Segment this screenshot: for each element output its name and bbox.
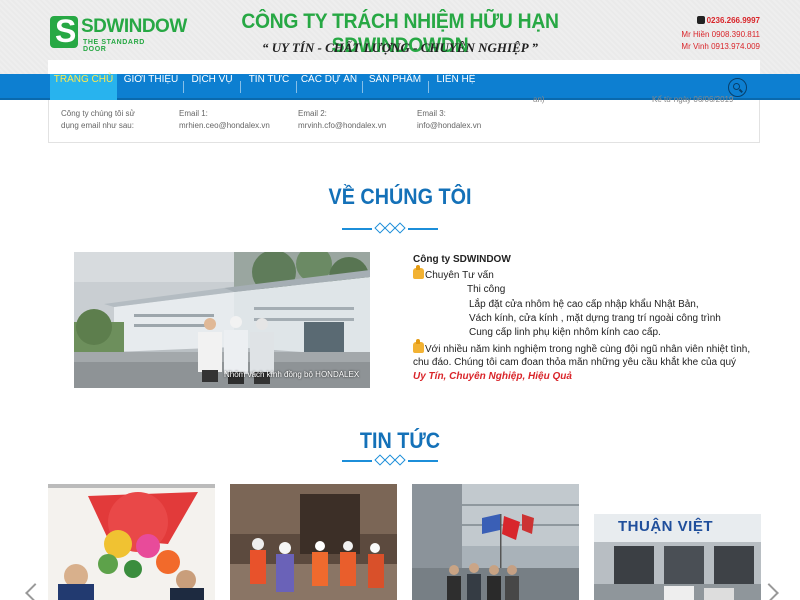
divider-line <box>408 460 438 462</box>
about-divider <box>342 222 438 234</box>
logo-subtitle: THE STANDARD DOOR <box>83 39 145 53</box>
email-2-label: Email 2: <box>298 109 327 118</box>
email-1-link[interactable]: mrhien.ceo@hondalex.vn <box>179 120 270 132</box>
nav-item-news[interactable]: TIN TỨC <box>244 74 294 100</box>
factory-photo-image <box>74 252 370 388</box>
thumbs-up-icon <box>413 339 424 353</box>
email-3-label: Email 3: <box>417 109 446 118</box>
factory-photo: Nhôm vách kính đồng bộ HONDALEX <box>74 252 370 388</box>
email-info-bar: Công ty chúng tôi sử dụng email như sau:… <box>48 95 760 143</box>
divider-line <box>408 228 438 230</box>
nav-separator <box>428 81 429 93</box>
thumbs-up-icon <box>413 265 424 279</box>
news-heading: TIN TỨC <box>359 428 441 453</box>
info-intro: Công ty chúng tôi sử dụng email như sau: <box>61 108 135 132</box>
divider-line <box>342 228 372 230</box>
ticker-date: Kể từ ngày 06/06/2019 <box>652 95 734 104</box>
about-values: Uy Tín, Chuyên Nghiệp, Hiệu Quả <box>413 371 572 382</box>
about-heading: VỀ CHÚNG TÔI <box>328 184 472 209</box>
email-3-block: Email 3: info@hondalex.vn <box>417 108 481 132</box>
news-card-3[interactable] <box>412 484 579 600</box>
email-1-block: Email 1: mrhien.ceo@hondalex.vn <box>179 108 270 132</box>
nav-separator <box>240 81 241 93</box>
about-line-experience-text: Với nhiều năm kinh nghiệm trong nghề cùn… <box>425 344 751 355</box>
news-card-4[interactable]: THUẬN VIỆT <box>594 484 761 600</box>
email-3-link[interactable]: info@hondalex.vn <box>417 120 481 132</box>
news-card-1[interactable] <box>48 484 215 600</box>
divider-line <box>342 460 372 462</box>
nav-item-projects[interactable]: CÁC DỰ ÁN <box>300 74 358 100</box>
about-line-glass: Vách kính, cửa kính , mặt dựng trang trí… <box>469 313 721 324</box>
phone-icon <box>696 16 705 24</box>
news-card-2[interactable] <box>230 484 397 600</box>
photo-caption: Nhôm vách kính đồng bộ HONDALEX <box>224 370 360 379</box>
email-1-label: Email 1: <box>179 109 208 118</box>
nav-separator <box>362 81 363 93</box>
about-line-commitment: chu đáo. Chúng tôi cam đoan thỏa mãn nhữ… <box>413 357 737 368</box>
email-2-block: Email 2: mrvinh.cfo@hondalex.vn <box>298 108 386 132</box>
about-line-construction: Thi công <box>467 284 506 295</box>
search-icon-handle <box>739 88 743 93</box>
carousel-next-icon[interactable] <box>759 583 779 600</box>
nav-item-contact[interactable]: LIÊN HỆ <box>432 74 480 100</box>
nav-separator <box>296 81 297 93</box>
news-image-site-workers <box>230 484 397 600</box>
site-logo[interactable]: SDWINDOW THE STANDARD DOOR <box>50 13 187 53</box>
hotline-number: 0236.266.9997 <box>706 16 760 25</box>
about-line-accessories: Cung cấp linh phụ kiện nhôm kính cao cấp… <box>469 327 661 338</box>
company-slogan: “ UY TÍN - CHẤT LƯỢNG - CHUYÊN NGHIỆP ” <box>262 40 538 55</box>
phone-contact-2[interactable]: Mr Vinh 0913.974.009 <box>681 42 760 51</box>
about-line-consulting-text: Chuyên Tư vấn <box>425 270 494 281</box>
company-name: Công ty SDWINDOW <box>413 254 511 265</box>
info-intro-line-2: dụng email như sau: <box>61 121 134 130</box>
email-2-link[interactable]: mrvinh.cfo@hondalex.vn <box>298 120 386 132</box>
divider-diamond <box>394 222 406 234</box>
news-image-showroom <box>594 484 761 600</box>
nav-separator <box>183 81 184 93</box>
news-image-flags-building <box>412 484 579 600</box>
logo-text: SDWINDOW <box>81 16 187 37</box>
nav-item-home[interactable]: TRANG CHỦ <box>50 74 117 100</box>
ticker-fragment: an) <box>533 95 545 104</box>
phone-contact-1[interactable]: Mr Hiền 0908.390.811 <box>681 30 760 39</box>
carousel-prev-icon[interactable] <box>25 583 45 600</box>
news-divider <box>342 454 438 466</box>
hotline[interactable]: 0236.266.9997 <box>696 16 760 25</box>
nav-item-products[interactable]: SẢN PHẨM <box>366 74 424 100</box>
about-line-experience: Với nhiều năm kinh nghiệm trong nghề cùn… <box>413 339 751 355</box>
nav-item-about[interactable]: GIỚI THIỆU <box>122 74 180 100</box>
logo-s-icon <box>50 13 78 50</box>
divider-diamond <box>394 454 406 466</box>
news-image-opening-flowers <box>48 484 215 600</box>
info-intro-line-1: Công ty chúng tôi sử <box>61 109 135 118</box>
about-line-consulting: Chuyên Tư vấn <box>413 265 494 281</box>
header-underlay <box>48 60 760 74</box>
about-line-install: Lắp đặt cửa nhôm hệ cao cấp nhập khẩu Nh… <box>469 299 699 310</box>
showroom-sign: THUẬN VIỆT <box>618 518 713 535</box>
nav-item-services[interactable]: DỊCH VỤ <box>187 74 237 100</box>
